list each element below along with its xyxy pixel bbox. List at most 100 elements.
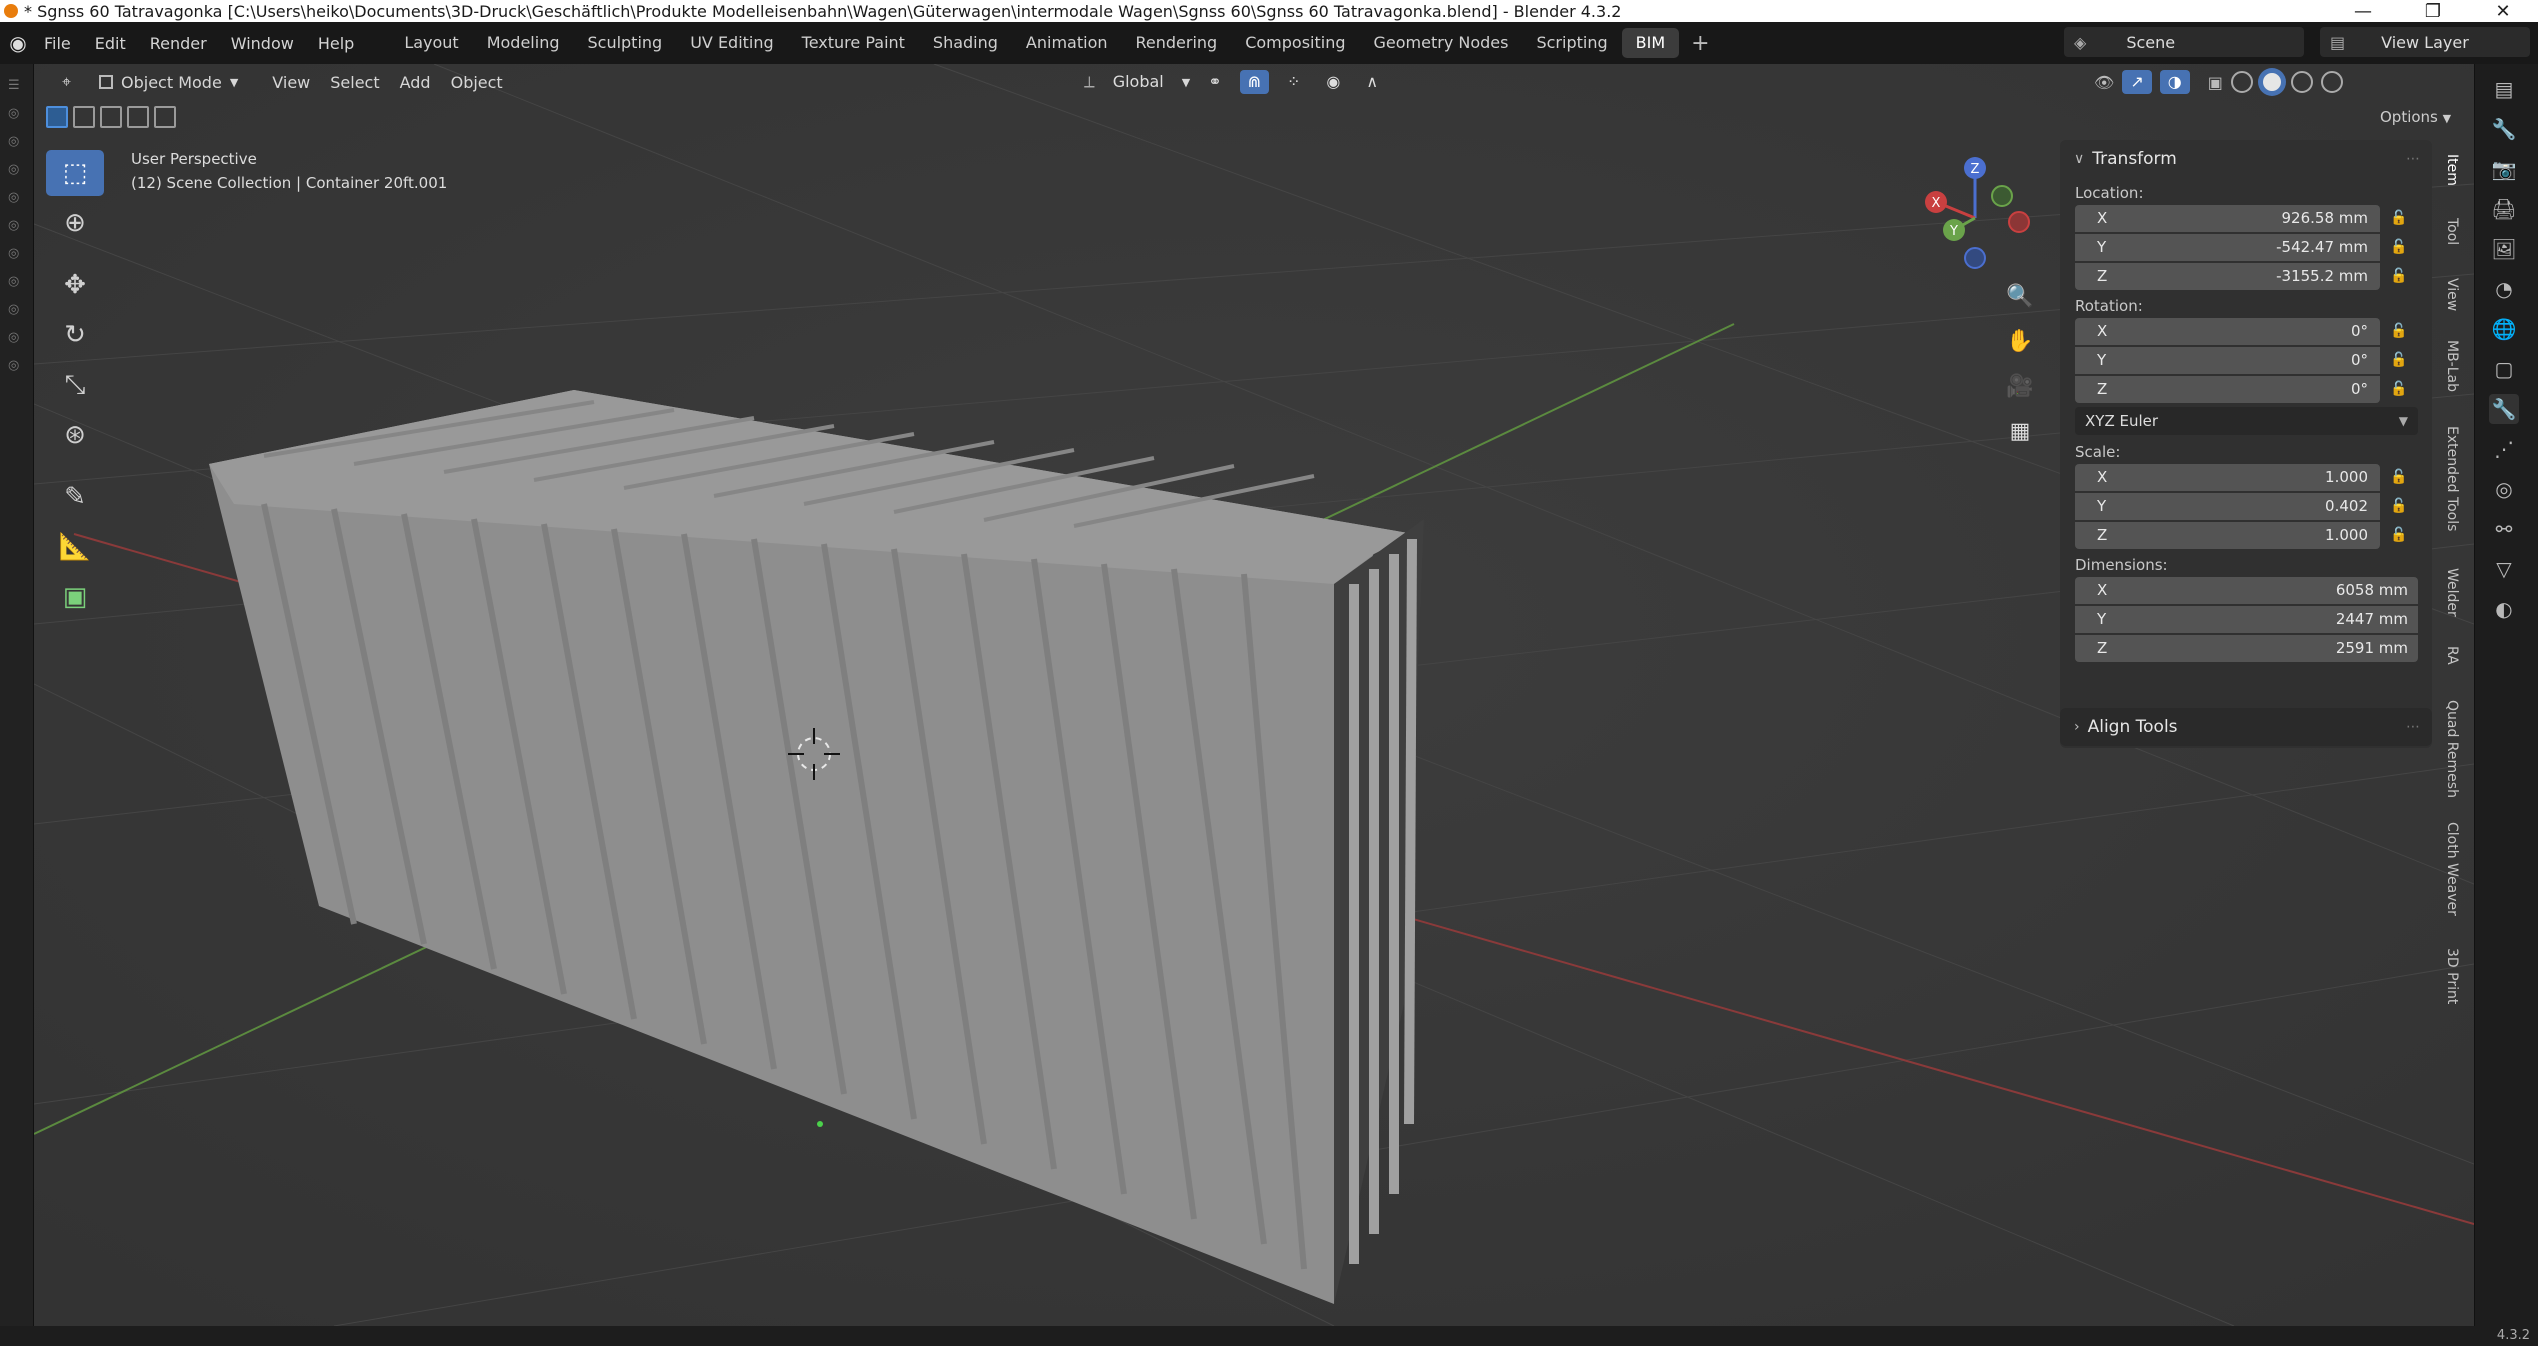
particles-icon[interactable]: ⋰: [2489, 434, 2519, 464]
tab-modeling[interactable]: Modeling: [473, 28, 574, 58]
pivot-icon[interactable]: ⚭: [1200, 70, 1229, 94]
gizmo-neg-y-axis[interactable]: [1991, 185, 2013, 207]
minimize-button[interactable]: —: [2328, 1, 2398, 22]
camera-view-icon[interactable]: 🎥: [2000, 366, 2040, 406]
proportional-edit-icon[interactable]: ◉: [1318, 70, 1348, 94]
lock-icon[interactable]: 🔓: [2380, 268, 2418, 284]
tab-3d-print[interactable]: 3D Print: [2444, 948, 2460, 1004]
dimensions-x-field[interactable]: X 6058 mm: [2075, 576, 2418, 604]
scene-selector[interactable]: ◈ Scene: [2064, 27, 2304, 57]
lock-icon[interactable]: 🔓: [2380, 527, 2418, 543]
rendered-shading-icon[interactable]: [2320, 71, 2343, 93]
snap-target-icon[interactable]: ⁘: [1279, 70, 1308, 94]
add-cube-tool-icon[interactable]: ▣: [46, 574, 104, 620]
location-y-field[interactable]: Y -542.47 mm: [2075, 233, 2380, 261]
tab-ra[interactable]: RA: [2444, 646, 2460, 665]
dimensions-z-field[interactable]: Z 2591 mm: [2075, 634, 2418, 662]
lock-icon[interactable]: 🔓: [2380, 352, 2418, 368]
lock-icon[interactable]: 🔓: [2380, 210, 2418, 226]
tab-cloth-weaver[interactable]: Cloth Weaver: [2444, 822, 2460, 916]
options-dropdown[interactable]: Options ▼: [2380, 108, 2451, 126]
lock-icon[interactable]: 🔓: [2380, 469, 2418, 485]
tab-extended-tools[interactable]: Extended Tools: [2444, 426, 2460, 531]
gizmo-neg-z-axis[interactable]: [1964, 247, 1986, 269]
ortho-grid-icon[interactable]: ▦: [2000, 411, 2040, 451]
close-button[interactable]: ✕: [2468, 1, 2538, 22]
constraints-icon[interactable]: ⚯: [2489, 514, 2519, 544]
menu-select[interactable]: Select: [320, 73, 389, 92]
editor-type-icon[interactable]: ☰: [8, 78, 26, 93]
transform-orientation-dropdown[interactable]: Global: [1105, 70, 1172, 94]
material-icon[interactable]: ◐: [2489, 594, 2519, 624]
navigation-gizmo[interactable]: Z X Y: [1910, 150, 2040, 280]
dimensions-y-field[interactable]: Y 2447 mm: [2075, 605, 2418, 633]
tab-scripting[interactable]: Scripting: [1522, 28, 1621, 58]
menu-help[interactable]: Help: [306, 34, 366, 53]
menu-view[interactable]: View: [262, 73, 320, 92]
transform-tool-icon[interactable]: ⊛: [46, 412, 104, 458]
lock-icon[interactable]: 🔓: [2380, 498, 2418, 514]
select-box-tool-icon[interactable]: ⬚: [46, 150, 104, 196]
location-z-field[interactable]: Z -3155.2 mm: [2075, 262, 2380, 290]
falloff-icon[interactable]: ∧: [1358, 70, 1386, 94]
select-subtract-icon[interactable]: [100, 106, 122, 128]
scale-x-field[interactable]: X 1.000: [2075, 463, 2380, 491]
menu-object[interactable]: Object: [441, 73, 513, 92]
zoom-icon[interactable]: 🔍: [2000, 276, 2040, 316]
lock-icon[interactable]: 🔓: [2380, 323, 2418, 339]
gizmo-neg-x-axis[interactable]: [2008, 211, 2030, 233]
tab-quad-remesh[interactable]: Quad Remesh: [2444, 700, 2460, 798]
tab-rendering[interactable]: Rendering: [1122, 28, 1232, 58]
select-intersect-icon[interactable]: [154, 106, 176, 128]
xray-toggle-icon[interactable]: ▣: [2208, 73, 2223, 92]
tab-item[interactable]: Item: [2444, 154, 2460, 186]
object-properties-icon[interactable]: ▢: [2489, 354, 2519, 384]
tool-settings-icon[interactable]: 🔧: [2489, 114, 2519, 144]
rotation-mode-dropdown[interactable]: XYZ Euler ▼: [2075, 407, 2418, 435]
scale-y-field[interactable]: Y 0.402: [2075, 492, 2380, 520]
solid-shading-icon[interactable]: [2260, 71, 2283, 93]
render-properties-icon[interactable]: 📷: [2489, 154, 2519, 184]
tab-animation[interactable]: Animation: [1012, 28, 1122, 58]
visibility-icon[interactable]: 👁: [2094, 73, 2114, 92]
lock-icon[interactable]: 🔓: [2380, 239, 2418, 255]
rotation-z-field[interactable]: Z 0°: [2075, 375, 2380, 403]
menu-window[interactable]: Window: [219, 34, 306, 53]
menu-render[interactable]: Render: [138, 34, 219, 53]
annotate-tool-icon[interactable]: ✎: [46, 474, 104, 520]
align-tools-panel-header[interactable]: › Align Tools ⋯: [2060, 708, 2432, 746]
scale-z-field[interactable]: Z 1.000: [2075, 521, 2380, 549]
physics-icon[interactable]: ◎: [2489, 474, 2519, 504]
editor-type-icon[interactable]: ⌖: [52, 72, 81, 92]
overlay-toggle-icon[interactable]: ◑: [2159, 70, 2190, 94]
add-workspace-icon[interactable]: +: [1679, 31, 1721, 56]
tab-uv-editing[interactable]: UV Editing: [676, 28, 787, 58]
output-properties-icon[interactable]: 🖨: [2489, 194, 2519, 224]
material-shading-icon[interactable]: [2290, 71, 2313, 93]
tab-layout[interactable]: Layout: [390, 28, 472, 58]
menu-edit[interactable]: Edit: [83, 34, 138, 53]
snap-toggle-icon[interactable]: ⋒: [1239, 70, 1270, 94]
select-extend-icon[interactable]: [73, 106, 95, 128]
tab-bim[interactable]: BIM: [1621, 28, 1680, 58]
drag-grip-icon[interactable]: ⋯: [2406, 719, 2420, 735]
location-x-field[interactable]: X 926.58 mm: [2075, 204, 2380, 232]
tab-geometry-nodes[interactable]: Geometry Nodes: [1360, 28, 1523, 58]
menu-add[interactable]: Add: [390, 73, 441, 92]
wireframe-shading-icon[interactable]: [2230, 71, 2253, 93]
tab-sculpting[interactable]: Sculpting: [573, 28, 676, 58]
view-layer-icon[interactable]: 🖼: [2489, 234, 2519, 264]
transform-panel-header[interactable]: ∨ Transform ⋯: [2060, 140, 2432, 178]
pan-hand-icon[interactable]: ✋: [2000, 321, 2040, 361]
mode-selector[interactable]: Object Mode ▼: [91, 69, 246, 96]
menu-file[interactable]: File: [32, 34, 83, 53]
world-properties-icon[interactable]: 🌐: [2489, 314, 2519, 344]
editor-type-icon[interactable]: ▤: [2489, 74, 2519, 104]
blender-menu-icon[interactable]: ◉: [4, 29, 32, 57]
modifier-properties-icon[interactable]: 🔧: [2489, 394, 2519, 424]
scene-properties-icon[interactable]: ◔: [2489, 274, 2519, 304]
select-invert-icon[interactable]: [127, 106, 149, 128]
tab-view[interactable]: View: [2444, 278, 2460, 311]
measure-tool-icon[interactable]: 📐: [46, 524, 104, 570]
tab-compositing[interactable]: Compositing: [1231, 28, 1359, 58]
